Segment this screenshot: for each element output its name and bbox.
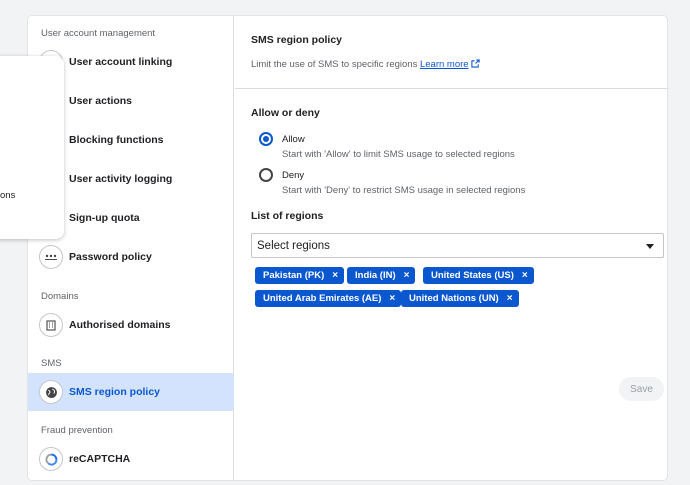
external-link-icon — [471, 59, 480, 68]
close-icon[interactable]: × — [522, 270, 528, 281]
chip-label: United States (US) — [431, 270, 514, 281]
close-icon[interactable]: × — [507, 293, 513, 304]
region-chip-ae: United Arab Emirates (AE) × — [255, 290, 402, 307]
deny-radio[interactable] — [259, 168, 273, 182]
sidebar-item-label: SMS region policy — [69, 386, 161, 398]
description-text: Limit the use of SMS to specific regions — [251, 59, 418, 70]
page-description: Limit the use of SMS to specific regions… — [251, 59, 480, 70]
sidebar-item-label: Password policy — [69, 251, 152, 263]
region-chip-pk: Pakistan (PK) × — [255, 267, 345, 284]
sidebar-item-password-policy[interactable]: Password policy — [28, 238, 234, 276]
select-regions-dropdown[interactable]: Select regions — [251, 233, 664, 258]
globe-icon — [39, 380, 63, 404]
section-label-user-account-management: User account management — [41, 28, 156, 39]
learn-more-link[interactable]: Learn more — [420, 59, 469, 70]
page-title: SMS region policy — [251, 34, 343, 46]
sidebar-item-label: Authorised domains — [69, 319, 171, 331]
allow-radio-label: Allow — [282, 134, 305, 145]
section-label-domains: Domains — [41, 291, 79, 302]
allow-radio-help: Start with 'Allow' to limit SMS usage to… — [282, 149, 515, 160]
sidebar-item-label: User actions — [69, 95, 133, 107]
popup-card: ons — [0, 56, 64, 239]
allow-deny-heading: Allow or deny — [251, 107, 320, 119]
building-icon — [39, 313, 63, 337]
sidebar-item-label: User activity logging — [69, 173, 173, 185]
section-label-sms: SMS — [41, 358, 62, 369]
section-label-fraud-prevention: Fraud prevention — [41, 425, 113, 436]
close-icon[interactable]: × — [389, 293, 395, 304]
close-icon[interactable]: × — [332, 270, 338, 281]
sidebar-item-label: Sign-up quota — [69, 212, 140, 224]
allow-radio[interactable] — [259, 132, 273, 146]
regions-heading: List of regions — [251, 210, 324, 222]
main-panel: SMS region policy Limit the use of SMS t… — [235, 16, 667, 480]
chip-label: India (IN) — [355, 270, 396, 281]
password-icon — [39, 245, 63, 269]
sidebar-item-label: Blocking functions — [69, 134, 164, 146]
popup-text-fragment: ons — [0, 190, 16, 201]
sidebar-item-sms-region-policy[interactable]: SMS region policy — [28, 373, 234, 411]
region-chip-in: India (IN) × — [347, 267, 416, 284]
settings-card: User account management User account lin… — [28, 16, 667, 480]
chevron-down-icon — [646, 244, 654, 249]
chip-label: Pakistan (PK) — [263, 270, 325, 281]
sidebar-item-authorised-domains[interactable]: Authorised domains — [28, 306, 234, 344]
chip-label: United Nations (UN) — [409, 293, 499, 304]
sidebar-item-label: reCAPTCHA — [69, 453, 131, 465]
region-chip-us: United States (US) × — [423, 267, 534, 284]
deny-radio-help: Start with 'Deny' to restrict SMS usage … — [282, 185, 526, 196]
save-button[interactable]: Save — [619, 377, 664, 401]
sidebar-item-label: User account linking — [69, 56, 173, 68]
region-chip-un: United Nations (UN) × — [401, 290, 519, 307]
deny-radio-label: Deny — [282, 170, 305, 181]
divider — [235, 88, 667, 89]
select-regions-placeholder: Select regions — [257, 240, 330, 252]
sidebar-item-recaptcha[interactable]: reCAPTCHA — [28, 440, 234, 478]
learn-more-label: Learn more — [419, 59, 469, 70]
chip-label: United Arab Emirates (AE) — [263, 293, 382, 304]
close-icon[interactable]: × — [404, 270, 410, 281]
recaptcha-icon — [39, 447, 63, 471]
